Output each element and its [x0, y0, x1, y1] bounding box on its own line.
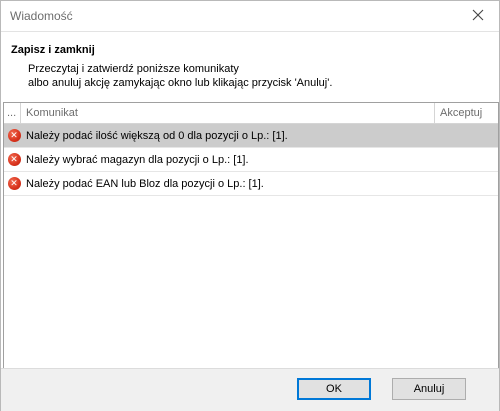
dialog-description: Przeczytaj i zatwierdź poniższe komunika…	[28, 62, 332, 90]
close-icon	[472, 9, 484, 24]
close-button[interactable]	[463, 5, 493, 27]
dialog-header: Zapisz i zamknij Przeczytaj i zatwierdź …	[1, 31, 499, 102]
ok-button[interactable]: OK	[297, 378, 371, 400]
description-line-2: albo anuluj akcję zamykając okno lub kli…	[28, 77, 333, 89]
error-icon: ✕	[7, 153, 21, 166]
column-header-message[interactable]: Komunikat	[21, 103, 435, 123]
grid-header: ... Komunikat Akceptuj	[4, 103, 498, 124]
message-dialog: Wiadomość Zapisz i zamknij Przeczytaj i …	[0, 0, 500, 411]
dialog-heading: Zapisz i zamknij	[11, 44, 95, 56]
error-icon: ✕	[7, 177, 21, 190]
title-bar: Wiadomość	[1, 1, 499, 31]
table-row[interactable]: ✕ Należy wybrać magazyn dla pozycji o Lp…	[4, 148, 498, 172]
window-title: Wiadomość	[10, 9, 73, 23]
error-icon: ✕	[7, 129, 21, 142]
cancel-button[interactable]: Anuluj	[392, 378, 466, 400]
column-header-dots[interactable]: ...	[4, 103, 21, 123]
row-message: Należy podać EAN lub Bloz dla pozycji o …	[26, 177, 264, 190]
table-row[interactable]: ✕ Należy podać EAN lub Bloz dla pozycji …	[4, 172, 498, 196]
table-row[interactable]: ✕ Należy podać ilość większą od 0 dla po…	[4, 124, 498, 148]
description-line-1: Przeczytaj i zatwierdź poniższe komunika…	[28, 63, 239, 75]
row-message: Należy wybrać magazyn dla pozycji o Lp.:…	[26, 153, 249, 166]
dialog-footer: OK Anuluj	[1, 368, 499, 411]
column-header-accept[interactable]: Akceptuj	[435, 103, 498, 123]
messages-grid: ... Komunikat Akceptuj ✕ Należy podać il…	[3, 102, 499, 369]
row-message: Należy podać ilość większą od 0 dla pozy…	[26, 129, 288, 142]
